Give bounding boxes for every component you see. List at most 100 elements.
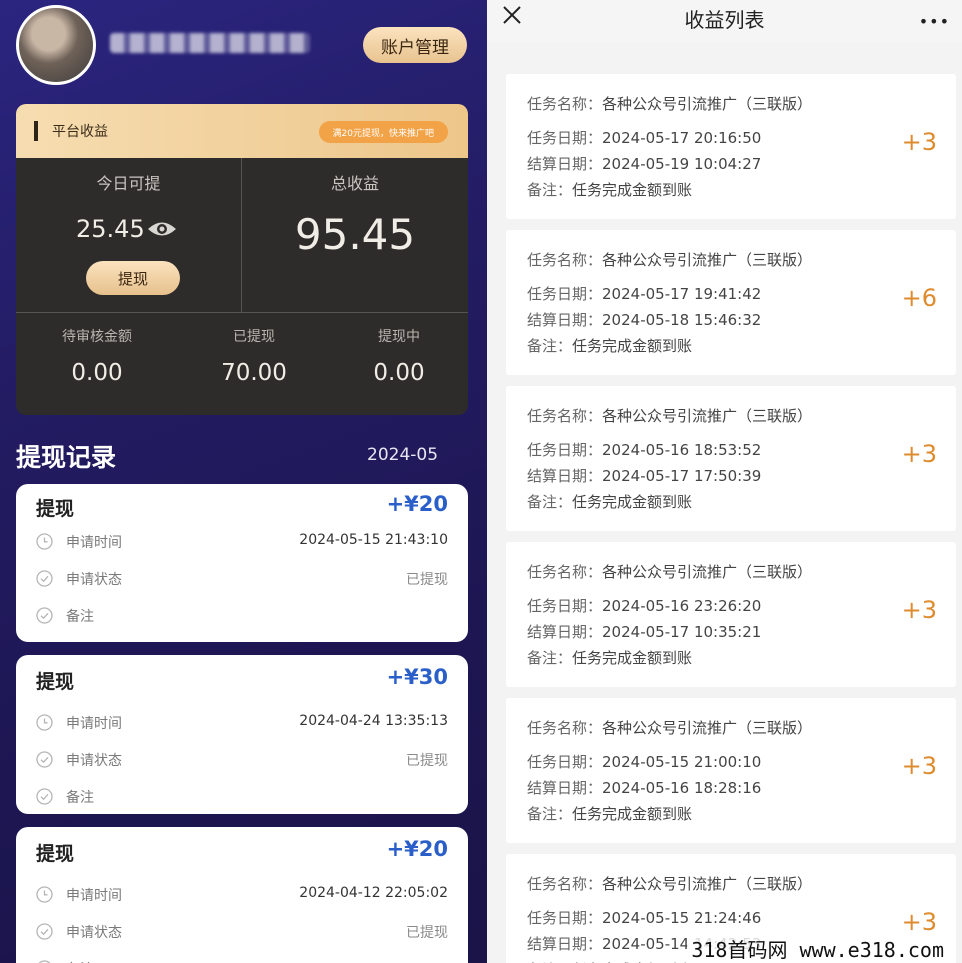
field-label: 备注： <box>527 805 573 823</box>
more-icon[interactable]: ••• <box>919 12 950 31</box>
note-row: 备注：任务完成金额到账 <box>527 959 692 963</box>
watermark: 318首码网 www.e318.com <box>687 934 948 963</box>
row-label: 备注 <box>66 790 94 806</box>
record-row-note: 备注 <box>16 779 468 814</box>
field-value: 任务完成金额到账 <box>572 493 693 511</box>
settle-date-row: 结算日期：2024-05-17 17:50:39 <box>527 465 761 486</box>
income-card[interactable]: 任务名称：各种公众号引流推广（三联版） 任务日期：2024-05-16 18:53… <box>506 386 956 531</box>
stat-value: 0.00 <box>373 360 425 386</box>
record-row-time: 申请时间 2024-04-24 13:35:13 <box>16 705 468 742</box>
field-label: 结算日期： <box>527 311 603 329</box>
note-row: 备注：任务完成金额到账 <box>527 179 692 200</box>
stat-pending: 待审核金额 0.00 <box>22 326 172 386</box>
task-date-row: 任务日期：2024-05-16 23:26:20 <box>527 595 761 616</box>
field-value: 2024-05-16 18:53:52 <box>602 441 762 459</box>
field-label: 结算日期： <box>527 779 603 797</box>
record-amount: +¥20 <box>386 492 448 516</box>
field-label: 任务日期： <box>527 753 603 771</box>
earnings-card-header: 平台收益 满20元提现，快来推广吧 <box>16 104 468 158</box>
record-card[interactable]: 提现 +¥20 申请时间 2024-05-15 21:43:10 申请状态 已提… <box>16 484 468 642</box>
row-label: 申请状态 <box>66 925 122 941</box>
earnings-panel: 账户管理 平台收益 满20元提现，快来推广吧 今日可提 25.45 提现 总收益… <box>0 0 487 963</box>
field-label: 任务日期： <box>527 441 603 459</box>
record-row-time: 申请时间 2024-05-15 21:43:10 <box>16 524 468 561</box>
promo-pill[interactable]: 满20元提现，快来推广吧 <box>318 121 448 143</box>
title-underline <box>18 472 121 480</box>
eye-icon[interactable] <box>147 219 177 239</box>
field-value: 各种公众号引流推广（三联版） <box>602 407 813 425</box>
stat-value: 70.00 <box>221 360 287 386</box>
username-blurred <box>110 33 310 53</box>
task-date-row: 任务日期：2024-05-17 20:16:50 <box>527 127 761 148</box>
income-card[interactable]: 任务名称：各种公众号引流推广（三联版） 任务日期：2024-05-17 20:16… <box>506 74 956 219</box>
field-label: 任务日期： <box>527 129 603 147</box>
record-card[interactable]: 提现 +¥20 申请时间 2024-04-12 22:05:02 申请状态 已提… <box>16 827 468 963</box>
settle-date-row: 结算日期：2024-05-18 15:46:32 <box>527 309 761 330</box>
settle-date-row: 结算日期：2024-05-16 18:28:16 <box>527 777 761 798</box>
field-label: 任务名称： <box>527 95 603 113</box>
avatar[interactable] <box>16 5 96 85</box>
record-card[interactable]: 提现 +¥30 申请时间 2024-04-24 13:35:13 申请状态 已提… <box>16 655 468 814</box>
note-row: 备注：任务完成金额到账 <box>527 335 692 356</box>
field-value: 2024-05-15 21:24:46 <box>602 909 762 927</box>
note-row: 备注：任务完成金额到账 <box>527 647 692 668</box>
row-label: 申请时间 <box>66 888 122 904</box>
record-kind: 提现 <box>36 498 75 520</box>
row-value: 2024-04-24 13:35:13 <box>299 713 448 729</box>
field-label: 任务日期： <box>527 285 603 303</box>
field-value: 任务完成金额到账 <box>572 649 693 667</box>
field-label: 任务名称： <box>527 875 603 893</box>
stat-label: 待审核金额 <box>62 329 132 345</box>
income-amount: +3 <box>901 752 937 780</box>
today-available-value: 25.45 <box>76 215 145 243</box>
field-value: 各种公众号引流推广（三联版） <box>602 875 813 893</box>
field-label: 任务名称： <box>527 563 603 581</box>
records-title-text: 提现记录 <box>16 443 117 472</box>
record-row-status: 申请状态 已提现 <box>16 914 468 951</box>
month-picker[interactable]: 2024-05 <box>367 445 438 465</box>
row-value: 2024-05-15 21:43:10 <box>299 532 448 548</box>
income-amount: +3 <box>901 440 937 468</box>
stat-value: 0.00 <box>71 360 123 386</box>
note-row: 备注：任务完成金额到账 <box>527 803 692 824</box>
check-circle-icon <box>36 923 53 940</box>
row-value: 2024-04-12 22:05:02 <box>299 885 448 901</box>
task-name-row: 任务名称：各种公众号引流推广（三联版） <box>527 249 812 270</box>
task-date-row: 任务日期：2024-05-15 21:00:10 <box>527 751 761 772</box>
field-value: 各种公众号引流推广（三联版） <box>602 251 813 269</box>
check-circle-icon <box>36 570 53 587</box>
total-earnings-value: 95.45 <box>294 210 416 259</box>
earnings-summary: 今日可提 25.45 提现 总收益 95.45 <box>16 158 468 313</box>
record-row-note: 备注 <box>16 598 468 635</box>
row-value: 已提现 <box>406 572 448 588</box>
income-amount: +3 <box>901 908 937 936</box>
income-amount: +6 <box>901 284 937 312</box>
row-value: 已提现 <box>406 753 448 769</box>
withdraw-button[interactable]: 提现 <box>86 261 180 295</box>
field-value: 任务完成金额到账 <box>572 805 693 823</box>
field-value: 2024-05-18 15:46:32 <box>602 311 762 329</box>
account-manage-button[interactable]: 账户管理 <box>363 27 467 63</box>
task-date-row: 任务日期：2024-05-17 19:41:42 <box>527 283 761 304</box>
stat-label: 提现中 <box>378 329 420 345</box>
income-card[interactable]: 任务名称：各种公众号引流推广（三联版） 任务日期：2024-05-16 23:26… <box>506 542 956 687</box>
clock-icon <box>36 886 53 903</box>
field-value: 2024-05-16 23:26:20 <box>602 597 762 615</box>
field-label: 任务名称： <box>527 407 603 425</box>
check-circle-icon <box>36 751 53 768</box>
income-card[interactable]: 任务名称：各种公众号引流推广（三联版） 任务日期：2024-05-17 19:41… <box>506 230 956 375</box>
task-name-row: 任务名称：各种公众号引流推广（三联版） <box>527 93 812 114</box>
stat-label: 已提现 <box>233 329 275 345</box>
check-circle-icon <box>36 607 53 624</box>
field-value: 各种公众号引流推广（三联版） <box>602 95 813 113</box>
record-amount: +¥30 <box>386 665 448 689</box>
field-value: 2024-05-17 17:50:39 <box>602 467 762 485</box>
income-card[interactable]: 任务名称：各种公众号引流推广（三联版） 任务日期：2024-05-15 21:00… <box>506 698 956 843</box>
clock-icon <box>36 714 53 731</box>
task-name-row: 任务名称：各种公众号引流推广（三联版） <box>527 873 812 894</box>
row-label: 申请时间 <box>66 535 122 551</box>
field-label: 备注： <box>527 493 573 511</box>
record-row-status: 申请状态 已提现 <box>16 561 468 598</box>
field-value: 各种公众号引流推广（三联版） <box>602 563 813 581</box>
note-row: 备注：任务完成金额到账 <box>527 491 692 512</box>
